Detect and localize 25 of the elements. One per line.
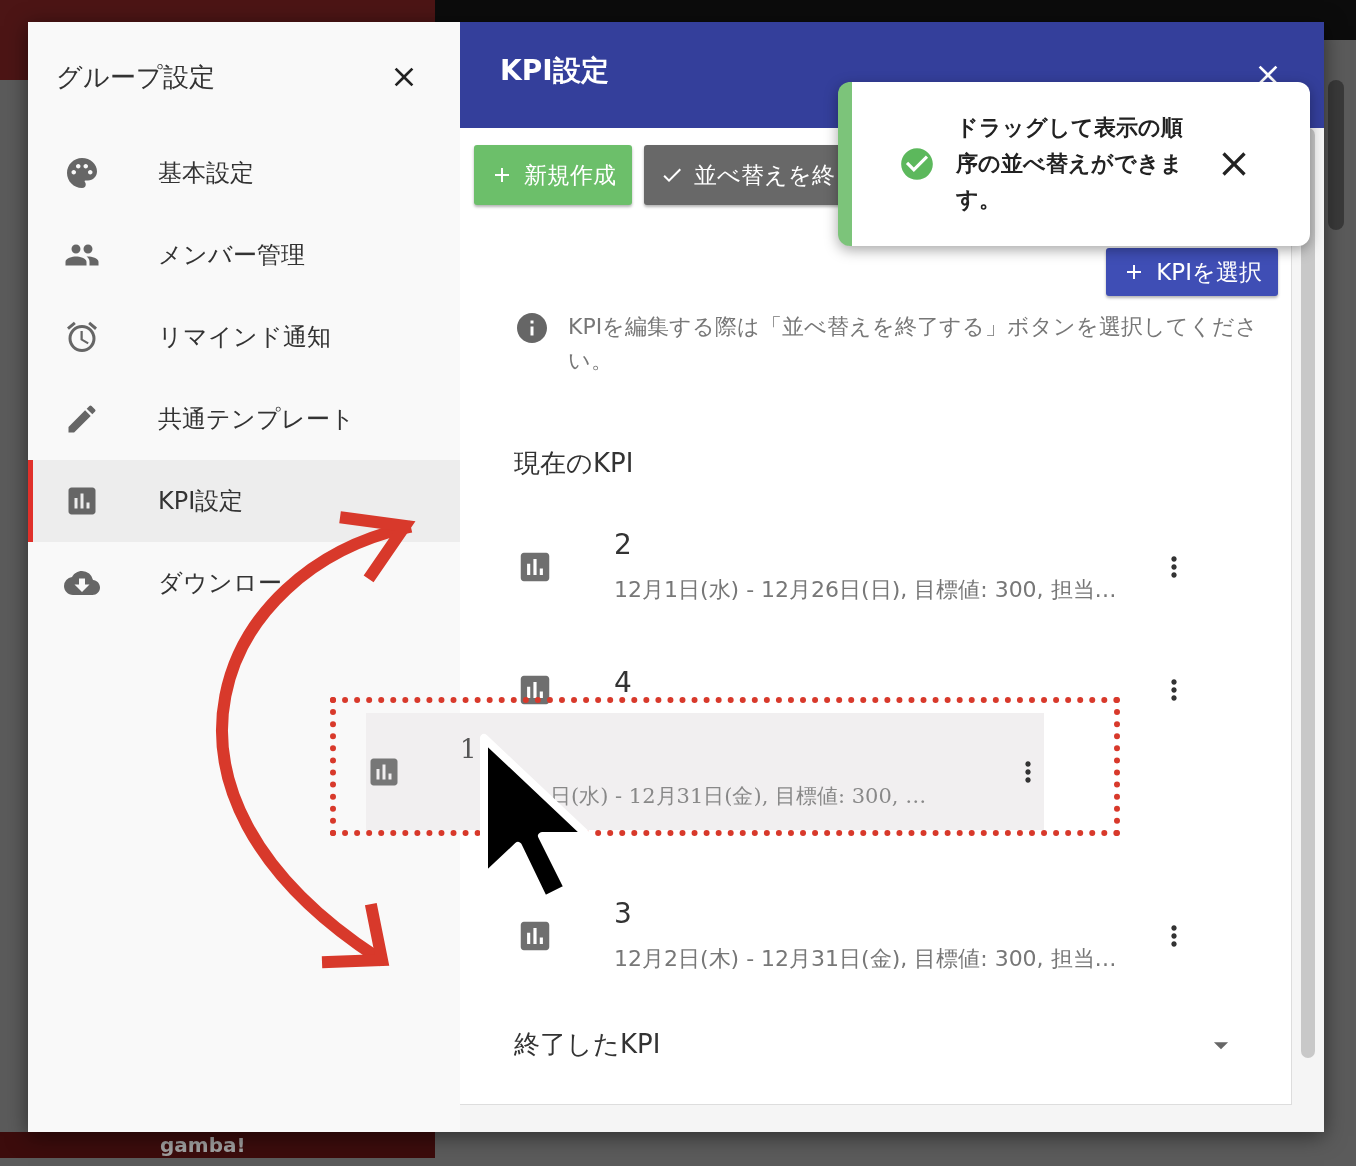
kpi-title: 3 xyxy=(614,897,633,930)
sidebar-item[interactable]: KPI設定 xyxy=(28,460,460,542)
kpi-title: 2 xyxy=(614,528,633,561)
sidebar-item[interactable]: ダウンロー xyxy=(28,542,460,624)
sidebar-title: グループ設定 xyxy=(56,60,215,94)
alarm-clock-icon xyxy=(64,319,100,355)
panel-title: KPI設定 xyxy=(500,53,609,89)
section-heading: 現在のKPI xyxy=(514,447,634,480)
kpi-title: 1 xyxy=(460,733,478,764)
info-text: KPIを編集する際は「並べ替えを終了する」ボタンを選択してください。 xyxy=(568,313,1260,375)
kpi-detail: 12月1日(水) - 12月26日(日), 目標値: 300, 担当… xyxy=(614,576,1118,604)
scrollbar[interactable] xyxy=(1328,80,1344,230)
toast-message: ドラッグして表示の順序の並べ替えができます。 xyxy=(956,114,1184,214)
sidebar-item[interactable]: 共通テンプレート xyxy=(28,378,460,460)
sidebar-item[interactable]: リマインド通知 xyxy=(28,296,460,378)
sidebar-item[interactable]: メンバー管理 xyxy=(28,214,460,296)
sidebar-item[interactable]: 基本設定 xyxy=(28,132,460,214)
section-heading: 終了したKPI xyxy=(514,1028,661,1061)
logo-text: gamba! xyxy=(160,1135,246,1155)
kpi-title: 4 xyxy=(614,666,633,699)
palette-icon xyxy=(64,155,100,191)
select-kpi-button[interactable]: KPIを選択 xyxy=(1106,248,1278,296)
scrollbar[interactable] xyxy=(1301,128,1315,1058)
kpi-detail: 12月2日(木) - 12月31日(金), 目標値: 300, 担当… xyxy=(614,945,1118,973)
info-icon xyxy=(514,310,550,346)
